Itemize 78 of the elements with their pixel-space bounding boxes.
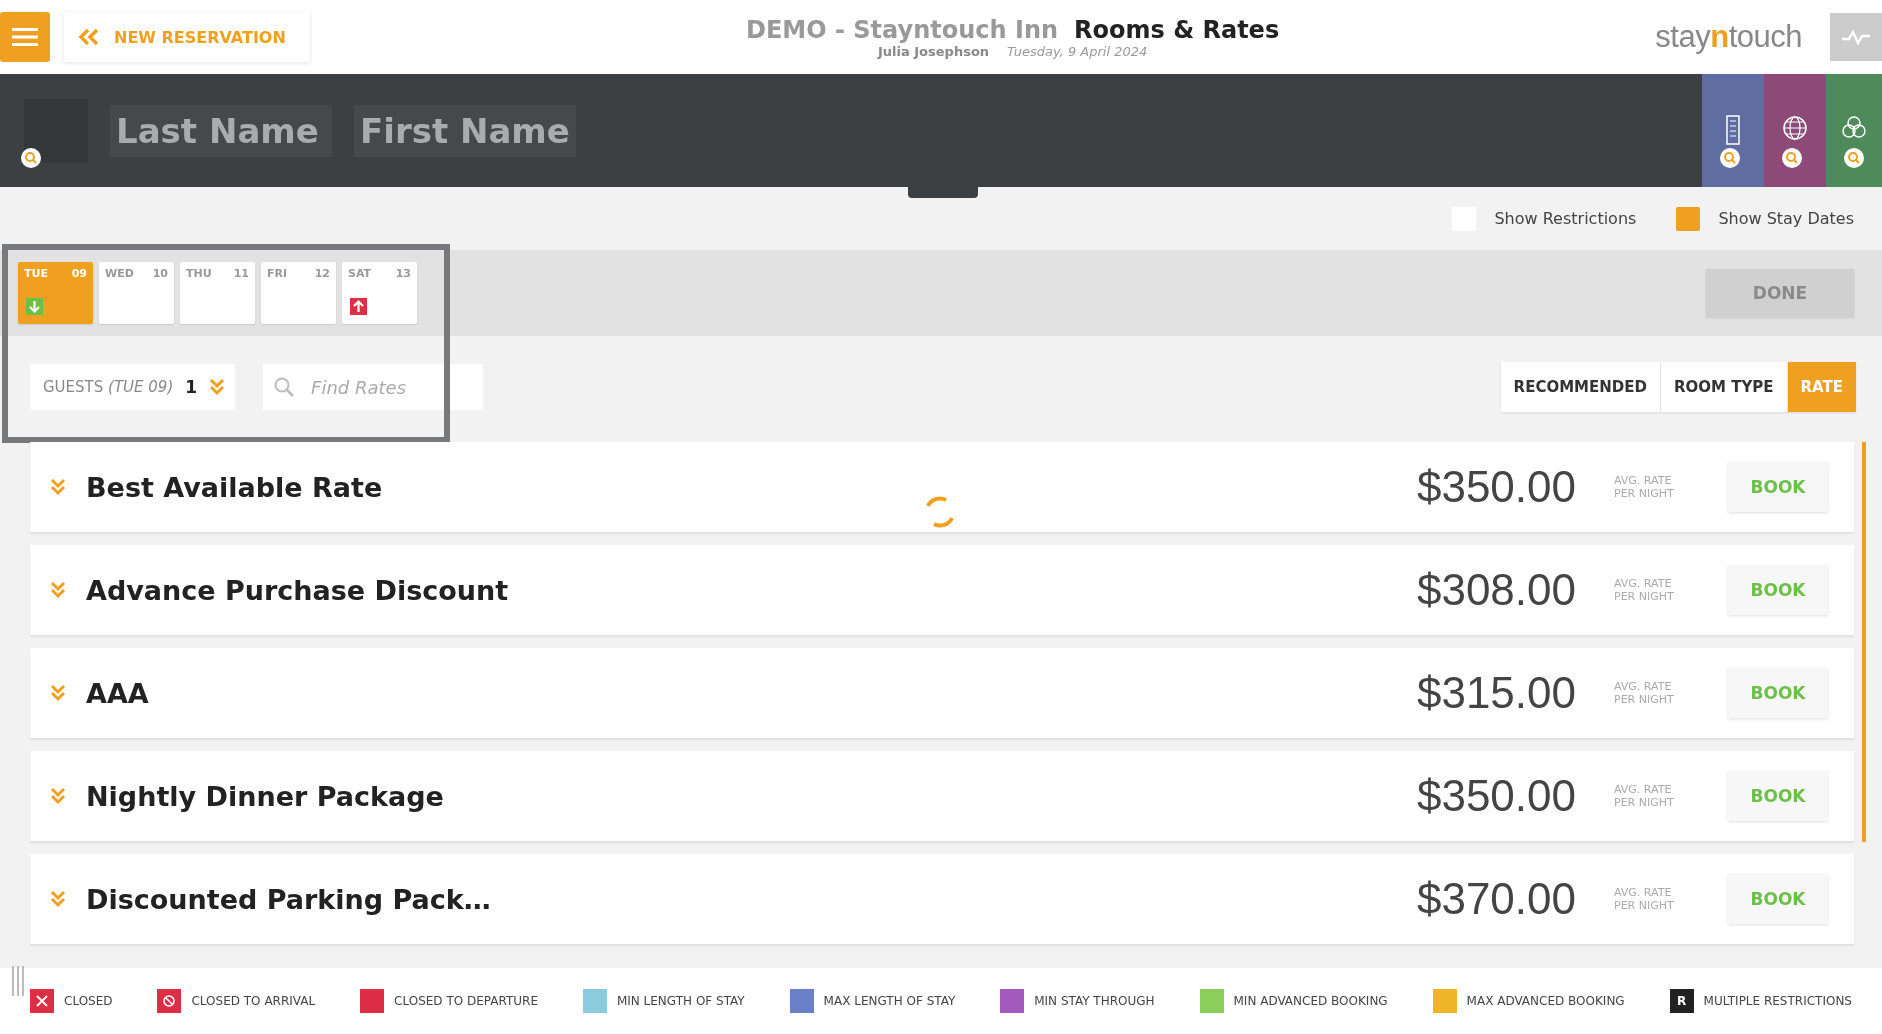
scrollbar[interactable] — [1862, 442, 1866, 842]
rate-name: Advance Purchase Discount — [86, 574, 510, 606]
rate-name: Discounted Parking Pack… — [86, 883, 492, 915]
book-button[interactable]: BOOK — [1728, 771, 1828, 821]
activity-button[interactable] — [1830, 13, 1882, 61]
search-icon[interactable] — [1781, 147, 1803, 169]
sort-tab[interactable]: ROOM TYPE — [1660, 362, 1788, 412]
find-rates-field[interactable]: Find Rates — [263, 364, 484, 410]
menu-icon — [12, 26, 38, 48]
double-chevron-down-icon[interactable] — [50, 890, 66, 908]
book-button[interactable]: BOOK — [1728, 668, 1828, 718]
guest-photo-placeholder — [24, 98, 88, 163]
checkbox-label: Show Restrictions — [1494, 209, 1637, 228]
grip-icon[interactable] — [10, 964, 26, 998]
last-name-field[interactable]: Last Name — [110, 104, 332, 157]
menu-button[interactable] — [0, 12, 50, 62]
user-name: Julia Josephson — [877, 43, 990, 59]
activity-icon — [1841, 28, 1871, 46]
group-tab[interactable] — [1826, 74, 1882, 187]
date-tile[interactable]: FRI 12 — [261, 262, 336, 324]
rate-note: AVG. RATE PER NIGHT — [1614, 782, 1675, 810]
legend-label: MAX LENGTH OF STAY — [823, 994, 956, 1008]
rate-name: AAA — [86, 677, 150, 709]
date-tile[interactable]: WED 10 — [99, 262, 174, 324]
search-icon[interactable] — [1719, 147, 1741, 169]
date-tile[interactable]: TUE 09 — [18, 262, 93, 324]
legend-label: MIN LENGTH OF STAY — [616, 994, 745, 1008]
collapse-handle[interactable] — [908, 187, 978, 198]
cross-icon — [35, 994, 49, 1008]
legend-label: MIN ADVANCED BOOKING — [1233, 994, 1388, 1008]
legend-label: CLOSED — [64, 994, 113, 1008]
hotel-name: DEMO - Stayntouch Inn — [746, 15, 1059, 44]
rate-price: $315.00 — [1416, 668, 1576, 718]
double-chevron-down-icon[interactable] — [50, 787, 66, 805]
search-icon — [273, 376, 296, 398]
rate-note: AVG. RATE PER NIGHT — [1614, 679, 1675, 707]
legend-label: CLOSED TO DEPARTURE — [394, 994, 538, 1008]
checkbox[interactable] — [1676, 206, 1701, 231]
first-name-field[interactable]: First Name — [354, 104, 576, 157]
double-chevron-down-icon[interactable] — [50, 478, 66, 496]
new-reservation-button[interactable]: NEW RESERVATION — [64, 12, 310, 62]
double-chevron-down-icon[interactable] — [50, 684, 66, 702]
sort-tab[interactable]: RATE — [1787, 362, 1856, 412]
guests-label: GUESTS (TUE 09) — [43, 378, 174, 396]
legend-label: MIN STAY THROUGH — [1034, 994, 1155, 1008]
company-card-tab[interactable] — [1702, 74, 1764, 187]
double-chevron-down-icon[interactable] — [50, 581, 66, 599]
page-title: Rooms & Rates — [1074, 15, 1280, 44]
rate-note: AVG. RATE PER NIGHT — [1614, 576, 1675, 604]
rate-price: $308.00 — [1416, 565, 1576, 615]
rate-note: AVG. RATE PER NIGHT — [1614, 473, 1675, 501]
checkbox-label: Show Stay Dates — [1718, 209, 1854, 228]
business-date: Tuesday, 9 April 2024 — [1007, 43, 1148, 59]
book-button[interactable]: BOOK — [1728, 462, 1828, 512]
travel-agent-tab[interactable] — [1764, 74, 1826, 187]
double-chevron-left-icon — [78, 28, 100, 46]
rate-price: $350.00 — [1416, 462, 1576, 512]
sort-tab[interactable]: RECOMMENDED — [1500, 362, 1661, 412]
prohibit-icon — [162, 994, 177, 1008]
legend-label: CLOSED TO ARRIVAL — [191, 994, 316, 1008]
search-icon[interactable] — [20, 147, 42, 169]
guest-count: 1 — [185, 377, 198, 397]
guests-selector[interactable]: GUESTS (TUE 09) 1 — [30, 364, 236, 410]
logo: stayntouch — [1655, 19, 1802, 55]
legend-label: MULTIPLE RESTRICTIONS — [1703, 994, 1852, 1008]
rate-price: $350.00 — [1416, 771, 1576, 821]
book-button[interactable]: BOOK — [1728, 565, 1828, 615]
legend-label: MAX ADVANCED BOOKING — [1466, 994, 1625, 1008]
globe-icon — [1781, 114, 1809, 142]
rate-name: Nightly Dinner Package — [86, 780, 445, 812]
rate-price: $370.00 — [1416, 874, 1576, 924]
date-tile[interactable]: THU 11 — [180, 262, 255, 324]
double-chevron-down-icon — [209, 378, 226, 396]
date-tile[interactable]: SAT 13 — [342, 262, 417, 324]
rate-note: AVG. RATE PER NIGHT — [1614, 885, 1675, 913]
book-button[interactable]: BOOK — [1728, 874, 1828, 924]
rate-name: Best Available Rate — [86, 471, 384, 503]
legend-swatch: R — [1669, 989, 1694, 1013]
